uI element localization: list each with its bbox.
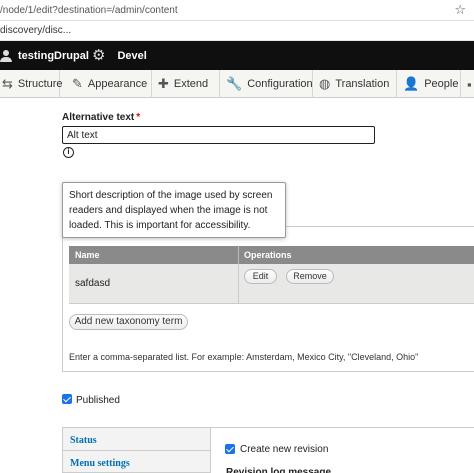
column-divider — [238, 246, 239, 264]
create-revision-label: Create new revision — [240, 444, 329, 455]
extend-icon: ✚ — [158, 76, 169, 91]
published-label: Published — [76, 395, 120, 406]
alt-text-input[interactable] — [62, 126, 375, 144]
menu-item-more[interactable]: ▪ — [461, 70, 474, 98]
menu-item-label: Configuration — [247, 78, 313, 90]
revision-log-label: Revision log message — [226, 467, 332, 473]
menu-item-label: Appearance — [87, 78, 148, 90]
menu-item-configuration[interactable]: 🔧 Configuration — [220, 70, 313, 98]
menu-item-people[interactable]: 👤 People — [397, 70, 461, 98]
table-header: Name Operations — [69, 246, 474, 264]
remove-button[interactable]: Remove — [286, 269, 334, 284]
alt-text-label-text: Alternative text — [62, 112, 135, 123]
menu-item-structure[interactable]: ⇆ Structure — [0, 70, 63, 98]
menu-item-appearance[interactable]: ✎ Appearance — [66, 70, 152, 98]
bookmark-star-icon[interactable]: ☆ — [454, 2, 466, 18]
gear-icon: ⚙ — [92, 46, 106, 64]
menu-item-label: Translation — [335, 78, 390, 90]
appearance-icon: ✎ — [72, 76, 83, 91]
bookmark-item[interactable]: discovery/disc... — [0, 25, 71, 36]
toolbar-user[interactable]: testingDrupal — [0, 41, 89, 70]
vertical-tab-menu-settings[interactable]: Menu settings — [63, 451, 210, 473]
terms-help-text: Enter a comma-separated list. For exampl… — [69, 352, 419, 362]
menu-item-label: Extend — [173, 78, 209, 90]
vertical-tabs: Status Menu settings — [62, 427, 211, 473]
user-icon — [0, 49, 12, 62]
bookmarks-bar: discovery/disc... — [0, 21, 474, 41]
create-revision-checkbox[interactable] — [225, 444, 235, 454]
info-icon[interactable]: i — [63, 147, 74, 158]
menu-item-label: People — [424, 78, 459, 90]
admin-toolbar: testingDrupal ⚙ Devel — [0, 41, 474, 70]
add-taxonomy-term-button[interactable]: Add new taxonomy term — [69, 314, 188, 330]
admin-menu: ⇆ Structure ✎ Appearance ✚ Extend 🔧 Conf… — [0, 70, 474, 98]
column-divider — [238, 264, 239, 304]
published-checkbox[interactable] — [62, 394, 72, 404]
toolbar-devel[interactable]: ⚙ Devel — [92, 41, 147, 70]
table-row: safdasd Edit Remove — [69, 264, 474, 304]
menu-item-label: Structure — [17, 78, 63, 90]
people-icon: 👤 — [403, 76, 420, 91]
term-name: safdasd — [75, 278, 111, 289]
required-mark: * — [136, 112, 141, 123]
column-header-operations: Operations — [244, 250, 292, 260]
toolbar-devel-label: Devel — [117, 49, 147, 62]
url-text: /node/1/edit?destination=/admin/content — [0, 5, 178, 16]
globe-icon: ◍ — [319, 76, 331, 91]
url-bar[interactable]: /node/1/edit?destination=/admin/content … — [0, 0, 474, 21]
configuration-icon: 🔧 — [226, 76, 243, 91]
menu-item-translation[interactable]: ◍ Translation — [313, 70, 397, 98]
toolbar-user-label: testingDrupal — [18, 49, 89, 62]
edit-button[interactable]: Edit — [244, 269, 277, 284]
menu-item-extend[interactable]: ✚ Extend — [152, 70, 220, 98]
vertical-tab-status[interactable]: Status — [63, 428, 210, 451]
alt-text-tooltip: Short description of the image used by s… — [62, 182, 286, 238]
alt-text-label: Alternative text * — [62, 112, 140, 123]
more-icon: ▪ — [467, 76, 472, 92]
column-header-name: Name — [75, 250, 100, 260]
structure-icon: ⇆ — [2, 76, 13, 91]
